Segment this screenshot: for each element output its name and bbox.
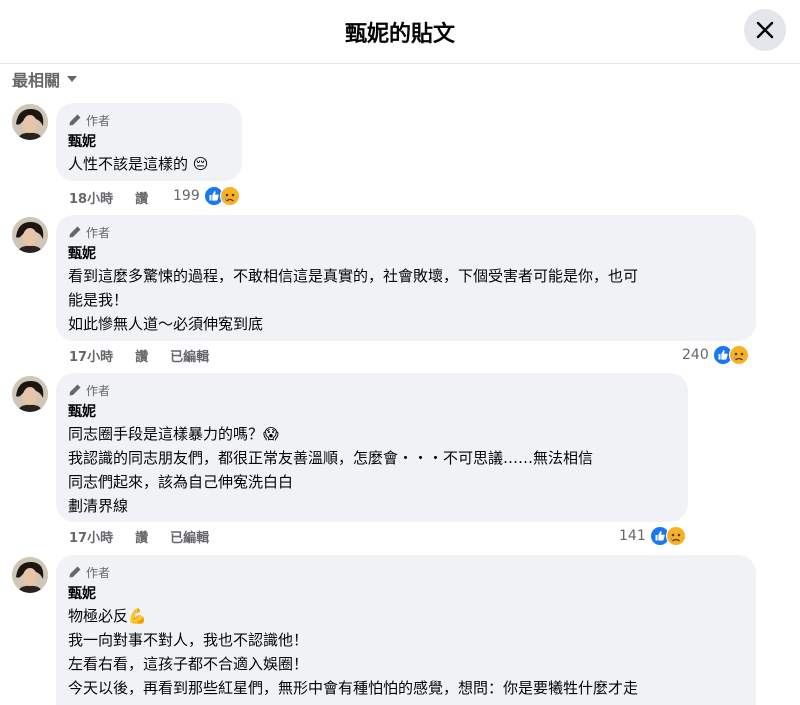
comment-bubble: 作者 甄妮 人性不該是這樣的 😔 [56,103,242,181]
close-icon [756,21,774,39]
comment-author[interactable]: 甄妮 [68,132,228,152]
sort-dropdown[interactable]: 最相關 [12,67,78,91]
comment-text-line: 看到這麼多驚悚的過程，不敢相信這是真實的，社會敗壞，下個受害者可能是你，也可 [68,267,639,285]
comment-time[interactable]: 18小時 [69,188,113,207]
comment-text: 人性不該是這樣的 😔 [68,155,209,173]
comment-text-line: 同志們起來，該為自己伸寃洗白白 [68,473,294,491]
caret-down-icon [67,76,78,82]
like-button[interactable]: 讚 [135,346,148,365]
avatar[interactable] [12,376,48,412]
avatar[interactable] [12,104,48,140]
comment-bubble: 作者 甄妮 看到這麼多驚悚的過程，不敢相信這是真實的，社會敗壞，下個受害者可能是… [56,215,756,341]
comment-text-line: 左看右看，這孩子都不合適入娛圈！ [68,655,309,673]
comment-text-line: 劃清界線 [68,497,129,515]
author-badge-label: 作者 [86,565,111,580]
close-button[interactable] [744,9,786,51]
comment-text-line: 能是我！ [68,291,129,309]
sad-reaction-icon [219,186,240,206]
comment-text-line: 今天以後，再看到那些紅星們，無形中會有種怕怕的感覺，想問：你是要犧牲什麼才走 [68,679,639,697]
sad-reaction-icon [665,526,686,546]
avatar[interactable] [12,557,48,593]
like-button[interactable]: 讚 [135,188,148,207]
pencil-icon [69,114,81,126]
comment-meta: 17小時 讚 已編輯 [69,526,209,546]
author-badge: 作者 [68,381,674,399]
comment-meta: 18小時 讚 [69,187,148,207]
like-button[interactable]: 讚 [135,527,148,546]
author-badge: 作者 [68,111,228,129]
pencil-icon [69,226,81,238]
author-badge: 作者 [68,563,742,581]
author-badge-label: 作者 [86,383,111,398]
sort-label: 最相關 [12,71,61,90]
comment-text-line: 物極必反💪 [68,607,147,625]
pencil-icon [69,384,81,396]
sad-reaction-icon [728,345,749,365]
comment-text-line: 我一向對事不對人，我也不認識他！ [68,631,309,649]
author-badge-label: 作者 [86,113,111,128]
reaction-count: 240 [682,347,709,363]
edited-label: 已編輯 [170,349,210,365]
page-title: 甄妮的貼文 [344,22,455,47]
comment-author[interactable]: 甄妮 [68,584,742,604]
comment-text-line: 我認識的同志朋友們，都很正常友善溫順，怎麼會・・・不可思議……無法相信 [68,449,594,467]
avatar[interactable] [12,217,48,253]
edited-label: 已編輯 [170,530,210,546]
dialog-header: 甄妮的貼文 [0,0,800,64]
comment-bubble: 作者 甄妮 物極必反💪 我一向對事不對人，我也不認識他！ 左看右看，這孩子都不合… [56,555,756,705]
pencil-icon [69,566,81,578]
comment-author[interactable]: 甄妮 [68,402,674,422]
reaction-summary[interactable]: 240 [682,345,749,365]
comment-bubble: 作者 甄妮 同志圈手段是這樣暴力的嗎？😱 我認識的同志朋友們，都很正常友善溫順，… [56,373,688,522]
comment-author[interactable]: 甄妮 [68,244,742,264]
author-badge: 作者 [68,223,742,241]
reaction-summary[interactable]: 199 [173,186,240,206]
reaction-summary[interactable]: 141 [619,526,686,546]
reaction-count: 199 [173,188,200,204]
comment-text-line: 如此慘無人道～必須伸寃到底 [68,315,264,333]
comment-time[interactable]: 17小時 [69,346,113,365]
comment-text-line: 同志圈手段是這樣暴力的嗎？😱 [68,425,279,443]
comment-meta: 17小時 讚 已編輯 [69,345,209,365]
reaction-count: 141 [619,528,646,544]
author-badge-label: 作者 [86,225,111,240]
comment-time[interactable]: 17小時 [69,527,113,546]
